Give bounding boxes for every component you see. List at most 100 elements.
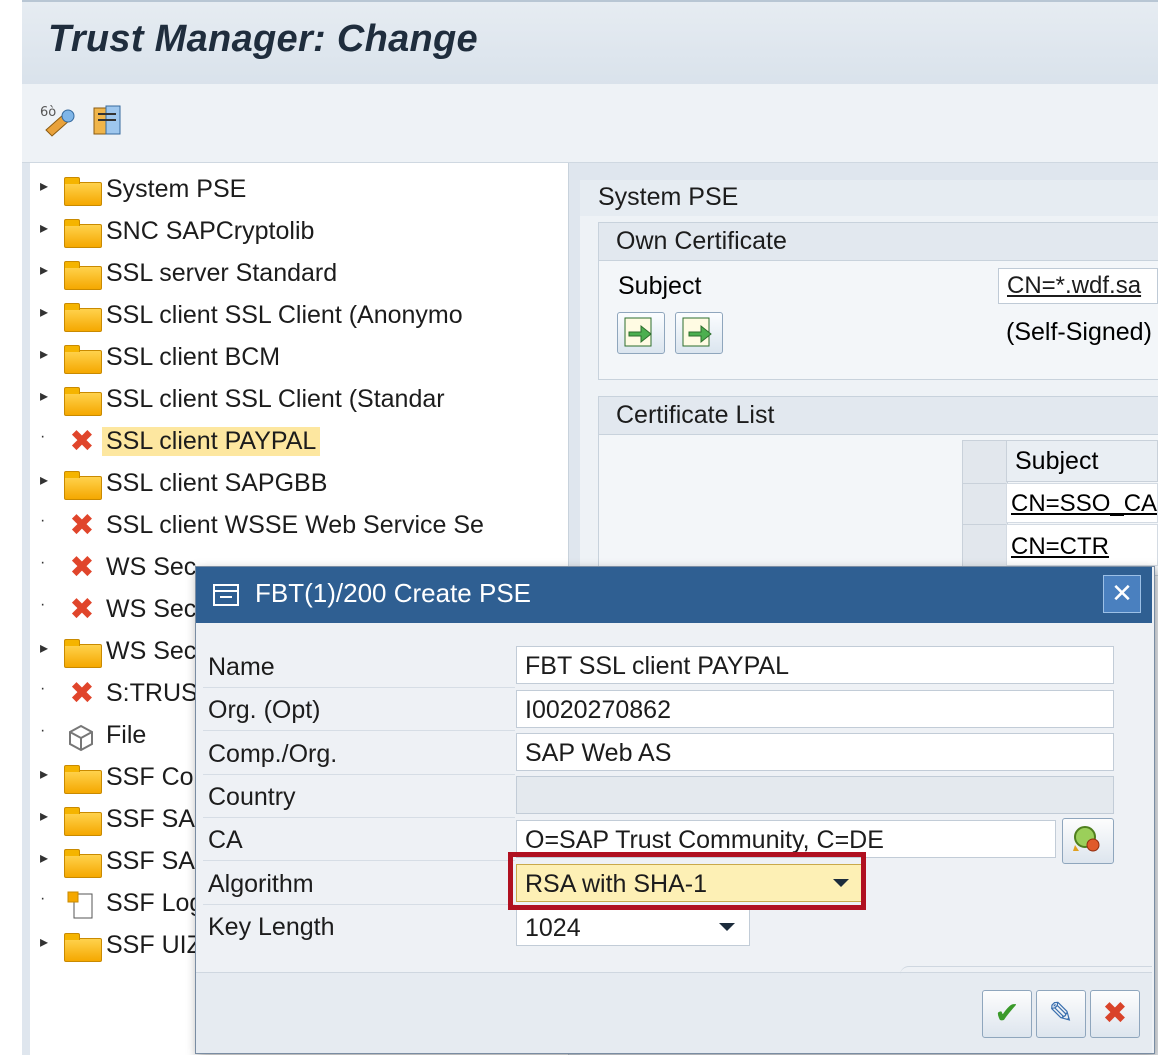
- folder-icon: [64, 261, 102, 290]
- expand-arrow-icon[interactable]: ▸: [40, 386, 54, 406]
- ca-select-button[interactable]: [1062, 818, 1114, 864]
- expand-arrow-icon[interactable]: ▸: [40, 302, 54, 322]
- org-label: Org. (Opt): [208, 696, 321, 724]
- own-certificate-header: Own Certificate: [598, 222, 1158, 262]
- expand-arrow-icon[interactable]: ▸: [40, 344, 54, 364]
- error-x-icon: ✖: [69, 551, 95, 584]
- folder-icon: [64, 471, 102, 500]
- comp-org-field[interactable]: SAP Web AS: [516, 733, 1114, 771]
- display-change-icon[interactable]: 6ò: [40, 100, 80, 140]
- folder-icon: [64, 849, 102, 878]
- tree-item[interactable]: ▸ SSL client SSL Client (Standar: [40, 382, 560, 422]
- self-signed-text: (Self-Signed): [1006, 318, 1152, 346]
- key-length-value: 1024: [525, 914, 581, 942]
- tree-item[interactable]: ▸ SNC SAPCryptolib: [40, 214, 560, 254]
- dialog-window-icon: [212, 582, 242, 613]
- certificate-list-title: Certificate List: [616, 401, 775, 429]
- footer-divider: [900, 966, 1152, 975]
- org-field[interactable]: I0020270862: [516, 690, 1114, 728]
- leaf-dot-icon: ·: [40, 512, 46, 529]
- tree-item-label: SSL client SSL Client (Standar: [106, 385, 445, 413]
- expand-arrow-icon[interactable]: ▸: [40, 764, 54, 784]
- page-title: Trust Manager: Change: [48, 18, 478, 60]
- expand-arrow-icon[interactable]: ▸: [40, 638, 54, 658]
- own-certificate-title: Own Certificate: [616, 227, 787, 255]
- tree-item[interactable]: ▸ System PSE: [40, 172, 560, 212]
- leaf-dot-icon: ·: [40, 722, 46, 739]
- folder-icon: [64, 765, 102, 794]
- tree-item-label: SSF SAI: [106, 805, 202, 833]
- tree-item-label: WS Sec: [106, 553, 197, 581]
- subject-value[interactable]: CN=*.wdf.sa: [998, 268, 1158, 304]
- dialog-title: FBT(1)/200 Create PSE: [255, 578, 531, 608]
- folder-icon: [64, 303, 102, 332]
- tree-item-label: SSL server Standard: [106, 259, 338, 287]
- tree-item-label: SSL client WSSE Web Service Se: [106, 511, 484, 539]
- expand-arrow-icon[interactable]: ▸: [40, 260, 54, 280]
- tree-item-label: System PSE: [106, 175, 247, 203]
- confirm-button[interactable]: ✔: [982, 990, 1032, 1038]
- table-row[interactable]: CN=CTR: [1006, 524, 1158, 566]
- tree-item-label: WS Sec: [106, 637, 197, 665]
- file-icon: [64, 722, 100, 752]
- row-selector-header: [962, 440, 1008, 484]
- folder-icon: [64, 807, 102, 836]
- export-cert-icon: [682, 317, 712, 347]
- tree-item-label: SSL client PAYPAL: [102, 427, 321, 456]
- tree-item-label: SSL client BCM: [106, 343, 281, 371]
- row-divider: [203, 817, 515, 818]
- key-length-dropdown[interactable]: 1024: [516, 908, 750, 946]
- name-label: Name: [208, 653, 275, 681]
- tree-item-label: SSF SAI: [106, 847, 202, 875]
- leaf-dot-icon: ·: [40, 596, 46, 613]
- algorithm-label: Algorithm: [208, 870, 314, 898]
- import-cert-icon: [624, 317, 652, 347]
- tree-item[interactable]: ▸ SSL client SAPGBB: [40, 466, 560, 506]
- tree-item[interactable]: · ✖ SSL client WSSE Web Service Se: [40, 508, 560, 548]
- toolbar: [22, 84, 1158, 163]
- tree-item[interactable]: · ✖ SSL client PAYPAL: [40, 424, 560, 464]
- tree-item-label: SSF UIZ: [106, 931, 202, 959]
- error-x-icon: ✖: [69, 509, 95, 542]
- expand-arrow-icon[interactable]: ▸: [40, 848, 54, 868]
- row-divider: [203, 904, 515, 905]
- error-x-icon: ✖: [69, 677, 95, 710]
- key-length-label: Key Length: [208, 913, 335, 941]
- row-divider: [203, 687, 515, 688]
- country-label: Country: [208, 783, 296, 811]
- tree-item[interactable]: ▸ SSL server Standard: [40, 256, 560, 296]
- cancel-button[interactable]: ✖: [1090, 990, 1140, 1038]
- row-selector[interactable]: [962, 483, 1008, 525]
- svg-text:6ò: 6ò: [40, 105, 56, 120]
- close-icon[interactable]: ✕: [1103, 575, 1141, 613]
- expand-arrow-icon[interactable]: ▸: [40, 932, 54, 952]
- edit-button[interactable]: ✎: [1036, 990, 1086, 1038]
- tree-item[interactable]: ▸ SSL client SSL Client (Anonymo: [40, 298, 560, 338]
- name-field[interactable]: FBT SSL client PAYPAL: [516, 646, 1114, 684]
- error-x-icon: ✖: [69, 425, 95, 458]
- expand-arrow-icon[interactable]: ▸: [40, 806, 54, 826]
- country-field[interactable]: [516, 776, 1114, 814]
- tree-item-label: S:TRUS: [106, 679, 198, 707]
- expand-arrow-icon[interactable]: ▸: [40, 176, 54, 196]
- folder-icon: [64, 933, 102, 962]
- error-x-icon: ✖: [69, 593, 95, 626]
- row-selector[interactable]: [962, 524, 1008, 568]
- certificate-list-header: Certificate List: [598, 396, 1158, 436]
- subject-column-header[interactable]: Subject: [1006, 440, 1158, 482]
- import-certificate-button[interactable]: [617, 312, 665, 354]
- row-divider: [203, 774, 515, 775]
- comp-org-label: Comp./Org.: [208, 740, 338, 768]
- ca-label: CA: [208, 826, 243, 854]
- row-divider: [203, 730, 515, 731]
- properties-icon[interactable]: [88, 100, 128, 140]
- expand-arrow-icon[interactable]: ▸: [40, 470, 54, 490]
- tree-item[interactable]: ▸ SSL client BCM: [40, 340, 560, 380]
- refresh-icon: [1073, 826, 1100, 852]
- log-icon: [64, 890, 100, 919]
- export-certificate-button[interactable]: [675, 312, 723, 354]
- table-row[interactable]: CN=SSO_CA: [1006, 483, 1158, 523]
- folder-icon: [64, 345, 102, 374]
- leaf-dot-icon: ·: [40, 890, 46, 907]
- expand-arrow-icon[interactable]: ▸: [40, 218, 54, 238]
